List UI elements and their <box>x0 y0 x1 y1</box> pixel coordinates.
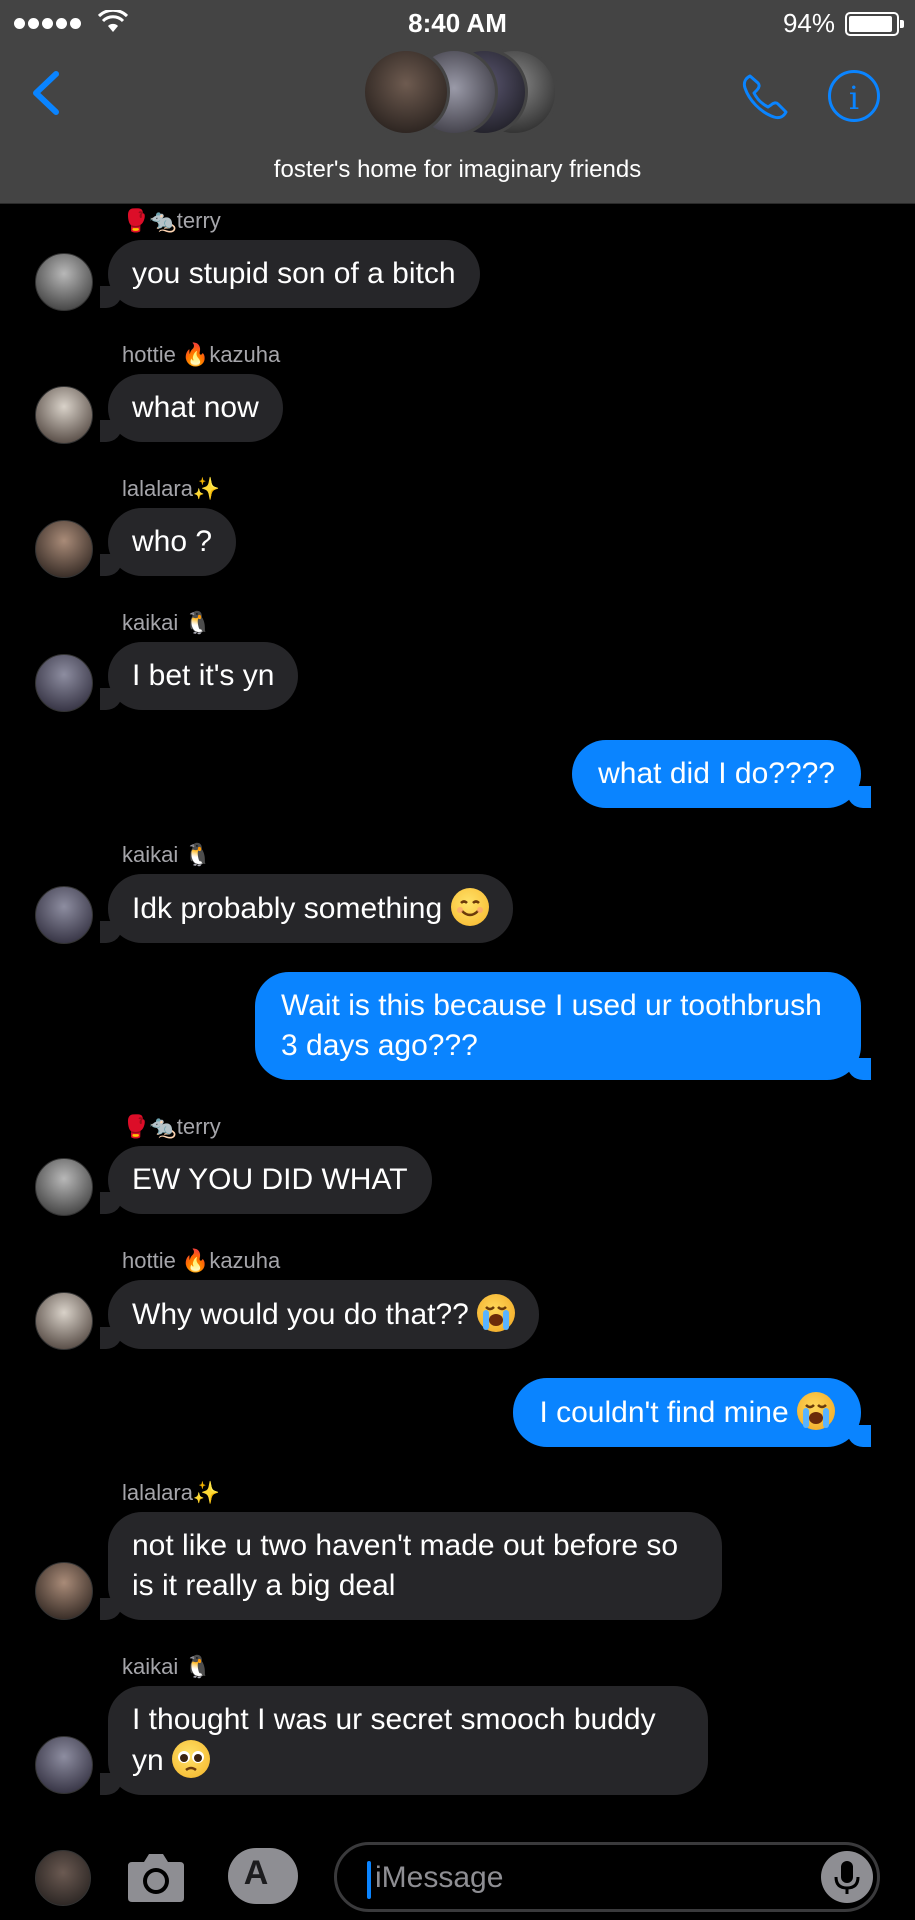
avatar[interactable] <box>35 386 93 444</box>
group-avatar-stack[interactable] <box>362 48 562 138</box>
smiling-emoji-icon <box>450 888 489 926</box>
status-time: 8:40 AM <box>408 8 507 38</box>
conversation-header: 8:40 AM 94% foster's home for imaginary … <box>0 0 915 204</box>
incoming-message[interactable]: who ? <box>99 508 237 576</box>
message-sender: 🥊🐀terry <box>122 208 221 233</box>
battery-percent: 94% <box>782 8 835 38</box>
message-sender: kaikai 🐧 <box>122 1654 212 1679</box>
message-sender: 🥊🐀terry <box>122 1114 221 1139</box>
avatar[interactable] <box>35 253 93 311</box>
avatar[interactable] <box>35 1158 93 1216</box>
incoming-message[interactable]: what now <box>100 374 283 442</box>
message-text-field[interactable] <box>375 1855 795 1901</box>
group-name[interactable]: foster's home for imaginary friends <box>0 156 915 184</box>
avatar[interactable] <box>35 654 93 712</box>
avatar[interactable] <box>35 1736 93 1794</box>
outgoing-message[interactable]: Wait is this because I used ur toothbrus… <box>255 972 871 1080</box>
incoming-message[interactable]: not like u two haven't made out before s… <box>100 1512 722 1620</box>
pleading-emoji-icon <box>172 1740 211 1778</box>
message-sender: hottie 🔥kazuha <box>122 1248 281 1273</box>
message-text: I thought I was ur secret smooch buddy y… <box>132 1703 656 1777</box>
phone-icon[interactable] <box>738 70 792 124</box>
compose-bar: A <box>0 1834 915 1920</box>
avatar[interactable] <box>35 886 93 944</box>
text-caret <box>367 1861 371 1899</box>
crying-emoji-icon <box>797 1392 835 1430</box>
incoming-message[interactable]: Why would you do that?? <box>99 1280 540 1349</box>
incoming-message[interactable]: I thought I was ur secret smooch buddy y… <box>100 1686 708 1795</box>
message-sender: lalalara✨ <box>122 1480 221 1505</box>
avatar[interactable] <box>35 520 93 578</box>
incoming-message[interactable]: EW YOU DID WHAT <box>100 1146 432 1214</box>
outgoing-message[interactable]: what did I do???? <box>572 740 871 808</box>
memoji-avatar[interactable] <box>35 1850 91 1906</box>
incoming-message[interactable]: Idk probably something <box>100 874 513 943</box>
message-sender: kaikai 🐧 <box>122 842 212 867</box>
message-text: Why would you do that?? <box>132 1298 469 1331</box>
status-bar: 8:40 AM 94% <box>0 0 915 46</box>
info-icon[interactable]: i <box>828 70 880 122</box>
avatar[interactable] <box>35 1562 93 1620</box>
message-sender: lalalara✨ <box>122 476 221 501</box>
incoming-message[interactable]: you stupid son of a bitch <box>100 240 480 308</box>
crying-emoji-icon <box>477 1294 516 1332</box>
group-avatar <box>362 48 450 136</box>
incoming-message[interactable]: I bet it's yn <box>99 642 299 710</box>
avatar[interactable] <box>35 1292 93 1350</box>
microphone-icon[interactable] <box>821 1851 873 1903</box>
outgoing-message[interactable]: I couldn't find mine <box>513 1378 871 1447</box>
camera-icon[interactable] <box>124 1846 188 1906</box>
app-store-icon[interactable]: A <box>228 1848 298 1904</box>
back-chevron-icon[interactable] <box>26 68 66 118</box>
message-sender: kaikai 🐧 <box>122 610 212 635</box>
battery-icon <box>845 12 904 36</box>
message-text: I couldn't find mine <box>539 1396 789 1429</box>
message-text: Idk probably something <box>132 892 443 925</box>
message-input[interactable] <box>334 1842 880 1912</box>
message-sender: hottie 🔥kazuha <box>122 342 281 367</box>
